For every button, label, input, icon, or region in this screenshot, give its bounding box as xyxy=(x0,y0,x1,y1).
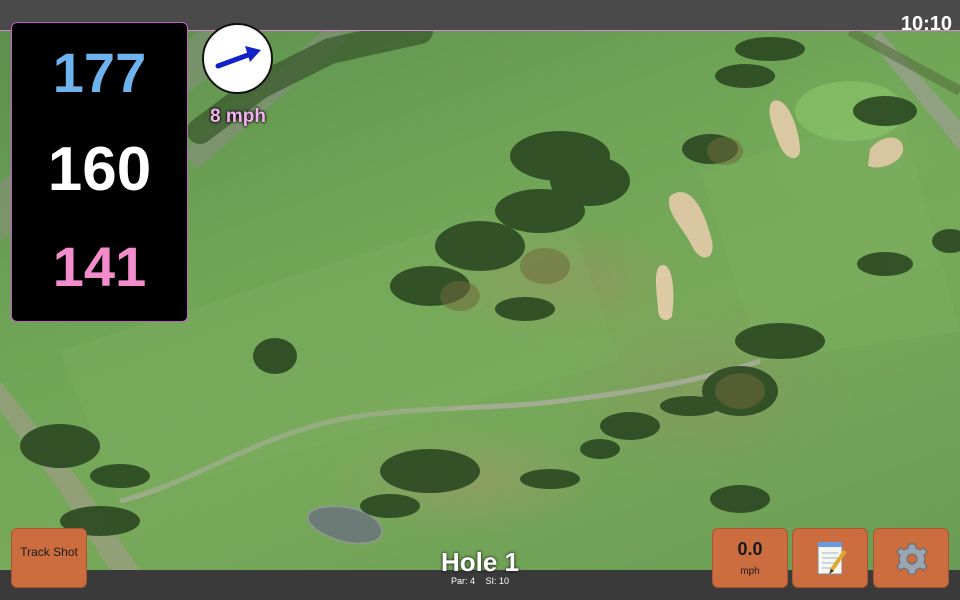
hole-par: Par: 4 xyxy=(450,576,475,586)
speed-unit: mph xyxy=(740,566,760,577)
hole-title: Hole 1 xyxy=(440,547,520,577)
hole-stroke-index: SI: 10 xyxy=(485,576,510,586)
middle-distance: 160 xyxy=(47,135,152,204)
distance-panel: 177 160 141 xyxy=(11,22,188,322)
notes-button[interactable] xyxy=(792,528,868,588)
speed-button[interactable]: 0.0 mph xyxy=(712,528,788,588)
gear-icon xyxy=(896,543,928,575)
track-shot-button[interactable]: Track Shot xyxy=(11,528,87,588)
hole-info: Par: 4 SI: 10 xyxy=(380,577,580,586)
speed-value: 0.0 xyxy=(737,539,763,559)
arrow-right-icon xyxy=(215,46,261,69)
back-distance: 177 xyxy=(52,41,147,104)
settings-button[interactable] xyxy=(873,528,949,588)
wind-indicator xyxy=(202,23,273,94)
front-distance: 141 xyxy=(52,235,147,298)
notepad-icon xyxy=(817,542,847,575)
wind-speed: 8 mph xyxy=(210,106,266,127)
